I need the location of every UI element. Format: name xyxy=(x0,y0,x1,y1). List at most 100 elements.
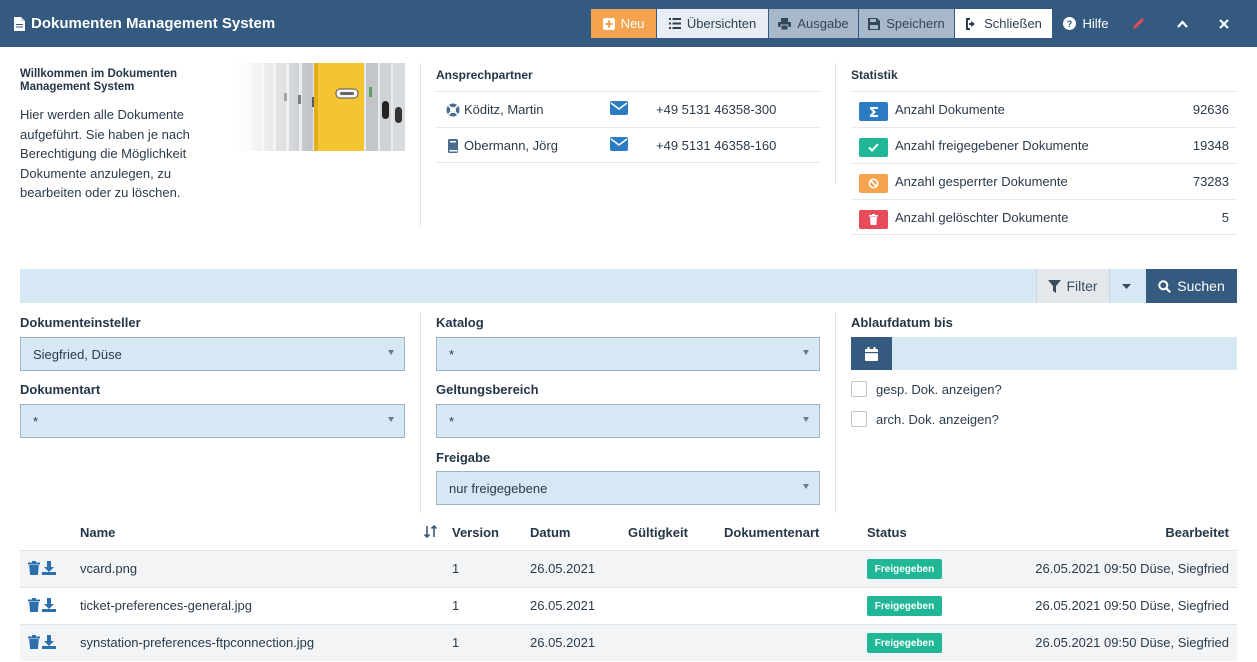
svg-text:?: ? xyxy=(1067,19,1073,29)
download-icon[interactable] xyxy=(42,635,56,649)
einsteller-value: Siegfried, Düse xyxy=(33,346,122,362)
arch-checkbox-label[interactable]: arch. Dok. anzeigen? xyxy=(876,412,999,427)
folders-image xyxy=(232,63,405,151)
sort-icon[interactable] xyxy=(424,525,437,538)
trash-icon[interactable] xyxy=(27,561,41,575)
output-button-label: Ausgabe xyxy=(797,16,849,31)
help-button[interactable]: ? Hilfe xyxy=(1058,9,1114,38)
contact-row: Obermann, Jörg +49 5131 46358-160 xyxy=(436,127,820,163)
row-name[interactable]: vcard.png xyxy=(80,561,137,576)
save-icon xyxy=(868,17,881,30)
col-header-version[interactable]: Version xyxy=(452,525,499,540)
filter-dropdown-button[interactable] xyxy=(1109,269,1142,303)
envelope-icon[interactable] xyxy=(610,137,628,151)
close-icon xyxy=(1219,18,1229,29)
search-button-label: Suchen xyxy=(1177,278,1225,294)
geltungsbereich-value: * xyxy=(449,413,455,429)
filter-button[interactable]: Filter xyxy=(1036,269,1109,303)
contact-name[interactable]: Obermann, Jörg xyxy=(464,138,558,153)
top-bar: Dokumenten Management System Neu Übersic… xyxy=(0,0,1257,47)
stat-badge xyxy=(859,210,888,229)
stat-value: 92636 xyxy=(1192,102,1229,117)
row-name[interactable]: synstation-preferences-ftpconnection.jpg xyxy=(80,635,314,650)
katalog-select[interactable]: * xyxy=(436,337,820,371)
contact-name[interactable]: Köditz, Martin xyxy=(464,102,543,117)
welcome-title: Willkommen im Dokumenten Management Syst… xyxy=(20,68,178,93)
col-header-bearbeitet[interactable]: Bearbeitet xyxy=(1165,525,1229,540)
trash-icon xyxy=(869,214,878,225)
new-button[interactable]: Neu xyxy=(591,9,656,38)
chevron-up-icon xyxy=(1176,19,1188,28)
book-icon xyxy=(448,139,458,153)
close-view-button-label: Schließen xyxy=(984,16,1042,31)
chk-gesp-row: gesp. Dok. anzeigen? xyxy=(851,381,1002,397)
stat-row: Anzahl freigegebener Dokumente 19348 xyxy=(851,127,1237,163)
save-button[interactable]: Speichern xyxy=(859,9,954,38)
col-header-dokumentenart[interactable]: Dokumentenart xyxy=(724,525,819,540)
filter-button-label: Filter xyxy=(1066,278,1098,294)
row-version: 1 xyxy=(452,561,460,576)
katalog-value: * xyxy=(449,346,455,362)
trash-icon[interactable] xyxy=(27,598,41,612)
search-button[interactable]: Suchen xyxy=(1146,269,1237,303)
geltungsbereich-label: Geltungsbereich xyxy=(436,382,539,397)
overviews-button-label: Übersichten xyxy=(686,16,757,31)
close-button[interactable] xyxy=(1210,9,1238,38)
col-header-name[interactable]: Name xyxy=(80,525,115,540)
col-header-status[interactable]: Status xyxy=(867,525,907,540)
plus-square-icon xyxy=(602,17,615,30)
document-icon xyxy=(14,16,25,31)
dokumentart-select[interactable]: * xyxy=(20,404,405,438)
katalog-label: Katalog xyxy=(436,315,484,330)
geltungsbereich-select[interactable]: * xyxy=(436,404,820,438)
status-badge: Freigegeben xyxy=(867,596,942,616)
edit-button[interactable] xyxy=(1124,9,1152,38)
col-header-gueltigkeit[interactable]: Gültigkeit xyxy=(628,525,688,540)
stat-row: Anzahl gesperrter Dokumente 73283 xyxy=(851,163,1237,199)
envelope-icon[interactable] xyxy=(610,101,628,115)
chevron-down-icon xyxy=(803,417,809,422)
support-icon xyxy=(446,103,460,117)
row-version: 1 xyxy=(452,598,460,613)
stat-badge xyxy=(859,102,888,121)
stat-badge xyxy=(859,174,888,193)
caret-down-icon xyxy=(1121,283,1131,289)
question-circle-icon: ? xyxy=(1063,17,1077,30)
output-button[interactable]: Ausgabe xyxy=(769,9,858,38)
chevron-down-icon xyxy=(388,350,394,355)
arch-checkbox[interactable] xyxy=(851,411,867,427)
contact-phone: +49 5131 46358-160 xyxy=(656,137,777,153)
filter-icon xyxy=(1048,279,1062,293)
stat-value: 5 xyxy=(1221,209,1229,225)
app-title-text: Dokumenten Management System xyxy=(31,15,276,32)
stat-label: Anzahl Dokumente xyxy=(895,102,1005,117)
divider xyxy=(835,313,836,513)
col-header-datum[interactable]: Datum xyxy=(530,525,570,540)
einsteller-select[interactable]: Siegfried, Düse xyxy=(20,337,405,371)
stat-label: Anzahl freigegebener Dokumente xyxy=(895,138,1089,153)
trash-icon[interactable] xyxy=(27,635,41,649)
ablauf-date-input[interactable] xyxy=(851,337,1237,370)
app-title: Dokumenten Management System xyxy=(14,0,275,47)
freigabe-select[interactable]: nur freigegebene xyxy=(436,471,820,505)
sign-out-icon xyxy=(966,17,976,30)
search-icon xyxy=(1158,279,1172,293)
stat-badge xyxy=(859,138,888,157)
collapse-button[interactable] xyxy=(1168,9,1196,38)
freigabe-value: nur freigegebene xyxy=(449,480,548,496)
table-row: synstation-preferences-ftpconnection.jpg… xyxy=(20,624,1237,661)
overviews-button[interactable]: Übersichten xyxy=(657,9,768,38)
check-icon xyxy=(868,143,879,152)
status-badge: Freigegeben xyxy=(867,559,942,579)
calendar-button[interactable] xyxy=(851,337,892,370)
gesp-checkbox-label[interactable]: gesp. Dok. anzeigen? xyxy=(876,382,1002,397)
download-icon[interactable] xyxy=(42,598,56,612)
dokumentart-value: * xyxy=(33,413,39,429)
row-name[interactable]: ticket-preferences-general.jpg xyxy=(80,598,252,613)
gesp-checkbox[interactable] xyxy=(851,381,867,397)
contacts-title: Ansprechpartner xyxy=(436,68,533,82)
row-bearbeitet: 26.05.2021 09:50 Düse, Siegfried xyxy=(1035,635,1229,650)
chevron-down-icon xyxy=(803,484,809,489)
close-view-button[interactable]: Schließen xyxy=(955,9,1052,38)
download-icon[interactable] xyxy=(42,561,56,575)
